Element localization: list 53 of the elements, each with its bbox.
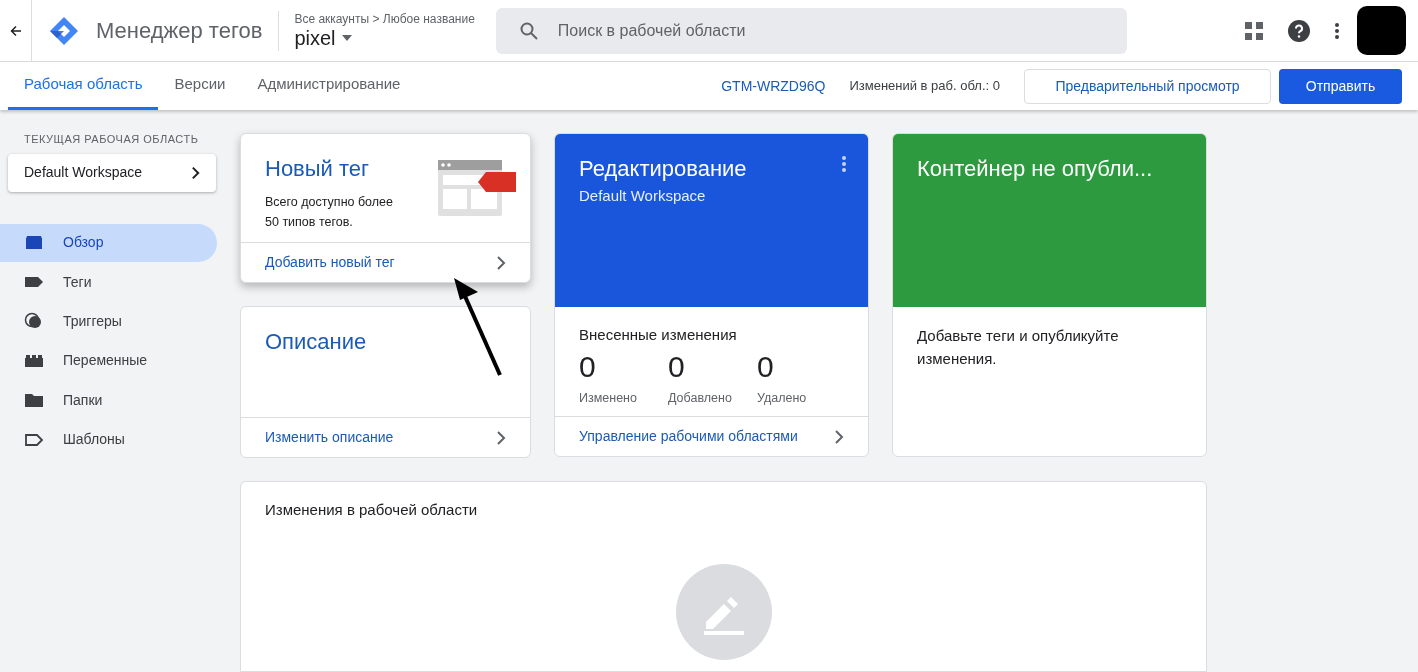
stat-value: 0 (757, 348, 775, 385)
help-icon[interactable] (1288, 19, 1310, 42)
stat-label: Изменено (579, 389, 638, 407)
changes-count: Изменений в раб. обл.: 0 (849, 77, 1000, 96)
section-label: ТЕКУЩАЯ РАБОЧАЯ ОБЛАСТЬ (24, 132, 200, 147)
apps-grid-icon[interactable] (1245, 21, 1263, 40)
breadcrumb: Все аккаунты > Любое название (294, 11, 475, 26)
search-icon (519, 21, 538, 40)
diamond-logo-icon (49, 15, 79, 46)
card-title: Изменения в рабочей области (264, 500, 479, 520)
card-title: Описание (265, 328, 368, 356)
more-vert-icon[interactable] (1335, 22, 1339, 39)
chevron-right-icon (496, 255, 506, 270)
nav-item[interactable]: Папки (0, 381, 217, 420)
stat-label: Добавлено (668, 389, 733, 407)
chevron-right-icon (191, 165, 200, 180)
tray-icon (24, 233, 44, 252)
card-title: Редактирование (579, 155, 748, 183)
tab[interactable]: Версии (158, 62, 242, 110)
nav-item[interactable]: Теги (0, 262, 217, 302)
circles-icon (24, 312, 44, 331)
card-title: Новый тег (265, 155, 371, 183)
preview-button[interactable]: Предварительный просмотр (1024, 68, 1271, 104)
card-text: Добавьте теги и опубликуйте изменения. (916, 326, 1120, 369)
nav-item[interactable]: Переменные (0, 341, 217, 381)
search-field[interactable]: Поиск в рабочей области (495, 7, 1127, 54)
nav-item[interactable]: Шаблоны (0, 420, 217, 459)
submit-button[interactable]: Отправить (1279, 68, 1402, 104)
caret-icon (341, 34, 352, 41)
card-title: Контейнер не опубли... (917, 155, 1154, 183)
stat-value: 0 (668, 348, 686, 385)
chevron-right-icon (496, 430, 506, 445)
app-title: Менеджер тегов (96, 17, 263, 45)
section-title: Внесенные изменения (579, 325, 738, 345)
nav-item[interactable]: Триггеры (0, 302, 217, 341)
chevron-right-icon (834, 429, 844, 444)
nav-item[interactable]: Обзор (0, 223, 217, 262)
workspace-selector[interactable]: Default Workspace (8, 153, 216, 192)
card-description: Всего доступно более 50 типов тегов. (265, 194, 394, 231)
manage-workspaces-link[interactable]: Управление рабочими областями (555, 416, 868, 456)
tab[interactable]: Администрирование (241, 62, 417, 110)
back-arrow-icon (9, 24, 22, 37)
container-id-link[interactable]: GTM-WRZD96Q (721, 75, 826, 97)
tab[interactable]: Рабочая область (8, 62, 159, 110)
pencil-icon (675, 563, 772, 660)
container-selector[interactable]: pixel (294, 25, 475, 50)
stat-label: Удалено (757, 389, 808, 407)
add-tag-link[interactable]: Добавить новый тег (241, 242, 530, 282)
edit-description-link[interactable]: Изменить описание (241, 417, 530, 457)
folder-icon (24, 391, 44, 410)
card-subtitle: Default Workspace (579, 186, 707, 206)
stat-value: 0 (579, 348, 597, 385)
avatar[interactable] (1357, 6, 1406, 55)
